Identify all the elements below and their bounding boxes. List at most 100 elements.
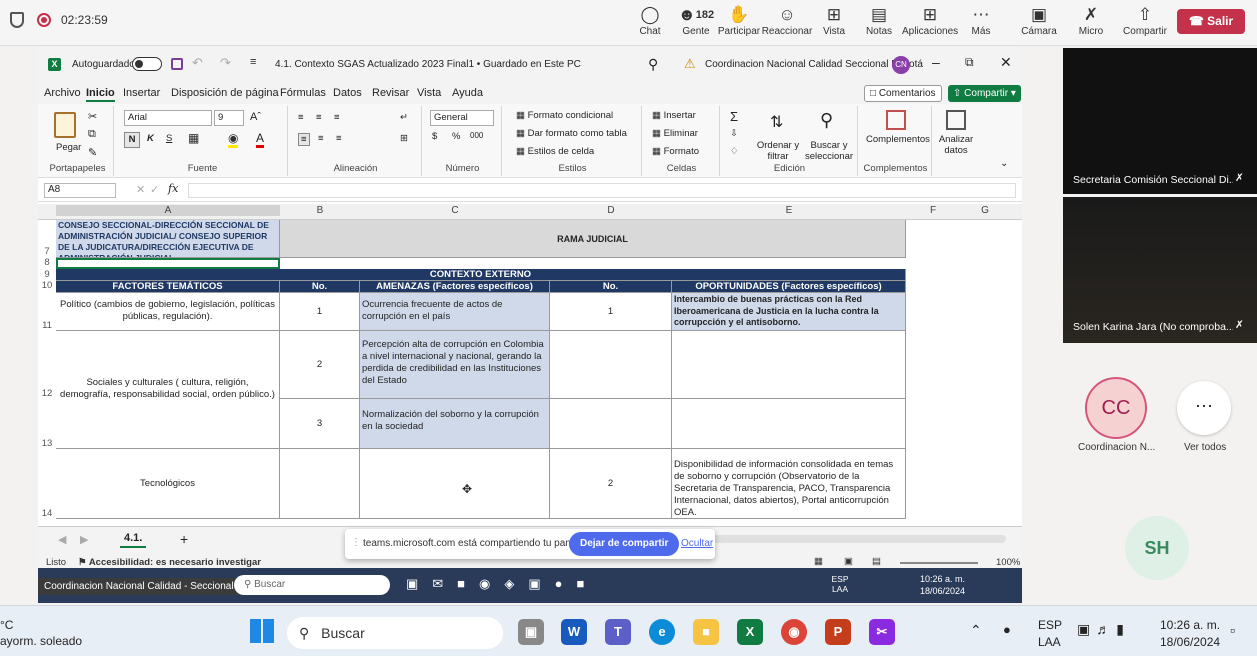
delete-cells-button[interactable]: ▦ Eliminar — [652, 128, 698, 139]
no-header-2[interactable]: No. — [550, 281, 672, 293]
participant-video-2[interactable]: Solen Karina Jara (No comproba... ✗ — [1063, 197, 1257, 343]
column-header-c[interactable]: C — [360, 205, 550, 216]
row-number[interactable]: 13 — [38, 438, 56, 449]
font-color-icon[interactable]: A — [256, 131, 265, 148]
horizontal-scrollbar[interactable] — [710, 535, 1006, 543]
cell-d12[interactable] — [550, 331, 672, 399]
zoom-level[interactable]: 100% — [996, 557, 1020, 568]
insert-cells-button[interactable]: ▦ Insertar — [652, 110, 696, 121]
participant-avatar-cc[interactable]: CC — [1085, 377, 1147, 439]
menu-ayuda[interactable]: Ayuda — [452, 87, 483, 99]
notifications-icon[interactable]: ▫ — [1230, 622, 1235, 638]
restore-icon[interactable]: ⧉ — [965, 55, 974, 70]
share-doc-button[interactable]: ⇧ Compartir ▾ — [948, 85, 1021, 102]
cell-a8-selected[interactable] — [56, 258, 280, 269]
notes-button[interactable]: ▤ Notas — [851, 4, 907, 37]
italic-icon[interactable]: K — [147, 133, 154, 144]
row-number[interactable]: 10 — [38, 280, 56, 291]
menu-inicio[interactable]: Inicio — [86, 87, 115, 102]
drag-handle-icon[interactable]: ⋮ — [351, 537, 361, 548]
cell-b7-merged[interactable]: RAMA JUDICIAL — [280, 220, 906, 258]
oportunidades-header[interactable]: OPORTUNIDADES (Factores específicos) — [672, 281, 906, 293]
start-icon[interactable] — [250, 619, 274, 643]
redo-icon[interactable]: ↷ — [220, 55, 231, 71]
teams-icon[interactable]: T — [605, 619, 631, 645]
align-bottom-icon[interactable]: ≡ — [334, 112, 340, 123]
clock-date[interactable]: 18/06/2024 — [1160, 635, 1220, 649]
bold-icon[interactable]: N — [124, 132, 140, 148]
snipping-icon[interactable]: ✂ — [869, 619, 895, 645]
name-box[interactable]: A8 — [44, 183, 116, 198]
cell-b13[interactable]: 3 — [280, 399, 360, 449]
addins-icon[interactable] — [886, 110, 906, 130]
menu-archivo[interactable]: Archivo — [44, 87, 81, 99]
autosave-toggle[interactable] — [132, 57, 162, 71]
powerpoint-icon[interactable]: P — [825, 619, 851, 645]
user-avatar[interactable]: CN — [892, 56, 910, 74]
leave-button[interactable]: ☎ Salir — [1177, 9, 1245, 34]
format-painter-icon[interactable]: ✎ — [88, 146, 97, 159]
column-header-d[interactable]: D — [550, 205, 672, 216]
currency-icon[interactable]: $ — [432, 131, 437, 142]
copy-icon[interactable]: ⧉ — [88, 128, 96, 141]
menu-insertar[interactable]: Insertar — [123, 87, 160, 99]
share-button[interactable]: ⇧ Compartir — [1117, 4, 1173, 37]
contexto-externo-header[interactable]: CONTEXTO EXTERNO — [56, 269, 906, 281]
edge-icon[interactable]: e — [649, 619, 675, 645]
tray-chevron-icon[interactable]: ⌃ — [970, 622, 982, 639]
align-center-icon[interactable]: ≡ — [318, 133, 324, 144]
weather-text[interactable]: ayorm. soleado — [0, 634, 82, 648]
save-icon[interactable] — [171, 58, 183, 70]
column-header-f[interactable]: F — [906, 205, 960, 216]
row-number[interactable]: 11 — [38, 320, 56, 331]
cell-d14[interactable]: 2 — [550, 449, 672, 519]
column-header-g[interactable]: G — [960, 205, 1010, 216]
minimize-icon[interactable]: – — [932, 54, 940, 70]
sort-filter-button[interactable]: Ordenar y filtrar — [756, 140, 800, 162]
cell-a14[interactable]: Tecnológicos — [56, 449, 280, 519]
apps-button[interactable]: ⊞ Aplicaciones — [902, 4, 958, 37]
camera-button[interactable]: ▣ Cámara — [1011, 4, 1067, 37]
row-number[interactable]: 14 — [38, 508, 56, 519]
menu-vista[interactable]: Vista — [417, 87, 441, 99]
row-number[interactable]: 8 — [38, 257, 56, 268]
cell-c14[interactable] — [360, 449, 550, 519]
cell-e11[interactable]: Intercambio de buenas prácticas con la R… — [672, 293, 906, 331]
excel-icon[interactable]: X — [737, 619, 763, 645]
layout-view-icon[interactable]: ▣ — [844, 556, 853, 567]
autosum-icon[interactable]: Σ — [730, 109, 738, 124]
word-icon[interactable]: W — [561, 619, 587, 645]
find-button[interactable]: Buscar y seleccionar — [804, 140, 854, 162]
cell-c11[interactable]: Ocurrencia frecuente de actos de corrupc… — [360, 293, 550, 331]
fill-icon[interactable]: ⇩ — [730, 128, 738, 139]
tray-lang-2[interactable]: LAA — [1038, 635, 1061, 649]
see-all-button[interactable]: ⋯ — [1177, 381, 1231, 435]
row-number[interactable]: 12 — [38, 388, 56, 399]
fill-color-icon[interactable]: ◉ — [228, 131, 239, 148]
grow-font-icon[interactable]: Aˆ — [250, 111, 261, 123]
align-middle-icon[interactable]: ≡ — [316, 112, 322, 123]
more-button[interactable]: ⋯ Más — [953, 4, 1009, 37]
column-header-e[interactable]: E — [672, 205, 906, 216]
next-sheet-icon[interactable]: ▶ — [80, 533, 88, 546]
search-icon[interactable]: ⚲ — [648, 56, 658, 73]
cell-a7[interactable]: CONSEJO SECCIONAL-DIRECCIÓN SECCIONAL DE… — [56, 220, 280, 258]
stop-sharing-button[interactable]: Dejar de compartir — [569, 532, 680, 556]
cell-c13[interactable]: Normalización del soborno y la corrupció… — [360, 399, 550, 449]
formula-input[interactable] — [188, 183, 1016, 198]
factores-header[interactable]: FACTORES TEMÁTICOS — [56, 281, 280, 293]
align-left-icon[interactable]: ≡ — [298, 133, 310, 146]
table-format-button[interactable]: ▦ Dar formato como tabla — [516, 128, 627, 139]
add-sheet-icon[interactable]: + — [180, 531, 188, 547]
format-cells-button[interactable]: ▦ Formato — [652, 146, 699, 157]
cell-d13[interactable] — [550, 399, 672, 449]
font-size-select[interactable]: 9 — [214, 110, 244, 126]
thousands-icon[interactable]: 000 — [470, 131, 483, 140]
participant-avatar-sh[interactable]: SH — [1125, 516, 1189, 580]
row-number[interactable]: 7 — [38, 246, 56, 257]
cell-a11[interactable]: Político (cambios de gobierno, legislaci… — [56, 293, 280, 331]
amenazas-header[interactable]: AMENAZAS (Factores específicos) — [360, 281, 550, 293]
tray-icons[interactable]: ▣♬▮ — [1077, 621, 1130, 638]
customize-icon[interactable]: ≡ — [250, 56, 256, 68]
chrome-icon[interactable]: ◉ — [781, 619, 807, 645]
